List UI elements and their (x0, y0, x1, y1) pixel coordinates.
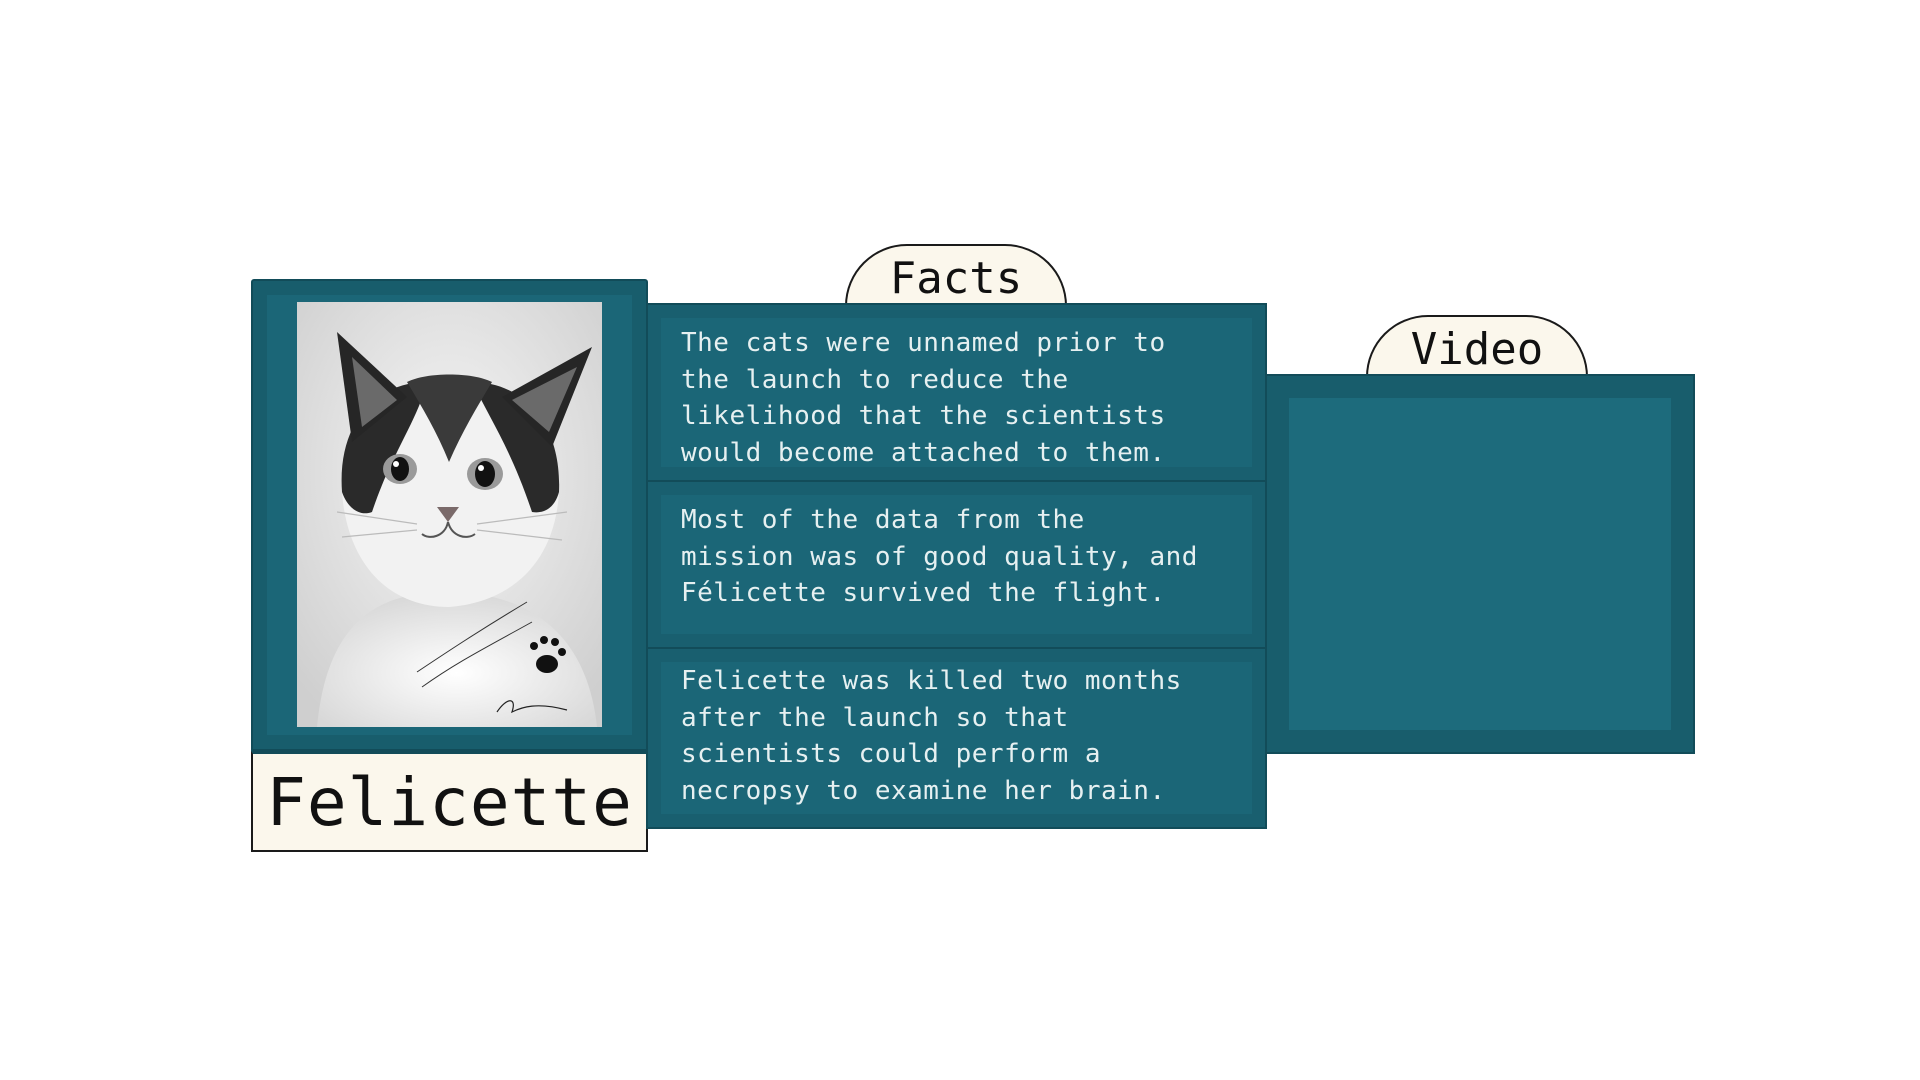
cat-photo (297, 302, 602, 727)
fact-text: Felicette was killed two months after th… (681, 666, 1182, 806)
cat-photo-image (297, 302, 602, 727)
portrait-card (251, 279, 648, 751)
tab-video[interactable]: Video (1366, 315, 1588, 377)
video-player[interactable] (1289, 398, 1671, 730)
fact-card: The cats were unnamed prior to the launc… (648, 305, 1265, 480)
video-panel (1265, 374, 1695, 754)
cat-name-plate: Felicette (251, 751, 648, 852)
fact-card: Felicette was killed two months after th… (648, 649, 1265, 827)
tab-facts[interactable]: Facts (845, 244, 1067, 306)
fact-card: Most of the data from the mission was of… (648, 482, 1265, 647)
facts-panel: The cats were unnamed prior to the launc… (646, 303, 1267, 829)
fact-text: The cats were unnamed prior to the launc… (681, 328, 1166, 468)
fact-text: Most of the data from the mission was of… (681, 505, 1198, 608)
stage: Felicette Facts The cats were unnamed pr… (0, 0, 1920, 1080)
